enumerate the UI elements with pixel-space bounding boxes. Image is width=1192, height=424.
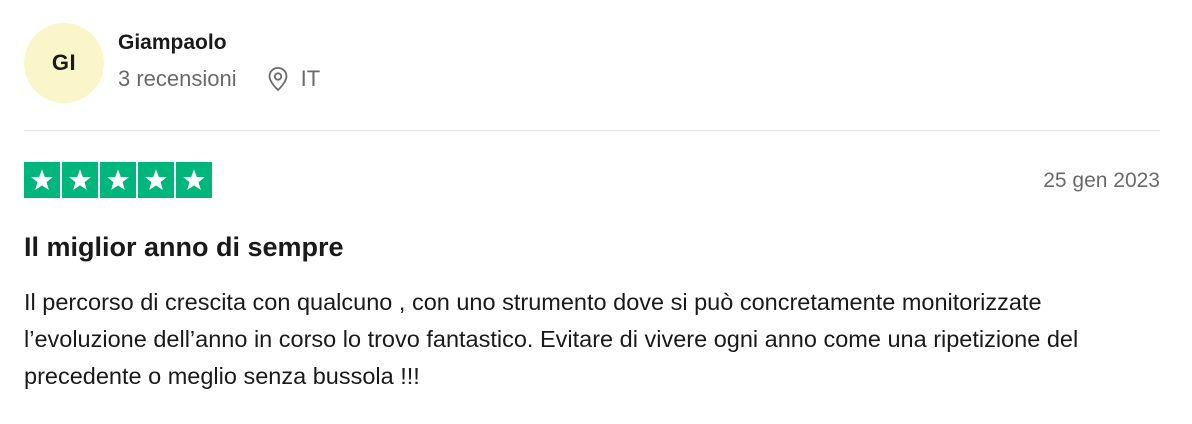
reviewer-meta: 3 recensioni IT: [118, 66, 320, 92]
reviewer-header[interactable]: GI Giampaolo 3 recensioni IT: [24, 23, 320, 103]
star-rating: [24, 162, 212, 198]
rating-row: 25 gen 2023: [24, 162, 1160, 198]
avatar-initials: GI: [51, 50, 77, 75]
reviewer-name[interactable]: Giampaolo: [118, 30, 320, 56]
review-card: GI Giampaolo 3 recensioni IT 25 gen 2023…: [24, 0, 1160, 424]
star-icon: [24, 162, 60, 198]
review-title[interactable]: Il miglior anno di sempre: [24, 229, 344, 265]
divider: [24, 130, 1160, 131]
reviewer-info: Giampaolo 3 recensioni IT: [118, 31, 320, 92]
reviewer-country: IT: [300, 66, 321, 91]
location-pin-icon: [267, 66, 289, 92]
star-icon: [62, 162, 98, 198]
star-icon: [176, 162, 212, 198]
review-date: 25 gen 2023: [1043, 169, 1160, 192]
star-icon: [100, 162, 136, 198]
avatar[interactable]: GI: [24, 23, 104, 103]
reviews-count: 3 recensioni: [118, 66, 237, 91]
star-icon: [138, 162, 174, 198]
review-body: Il percorso di crescita con qualcuno , c…: [24, 289, 1079, 389]
